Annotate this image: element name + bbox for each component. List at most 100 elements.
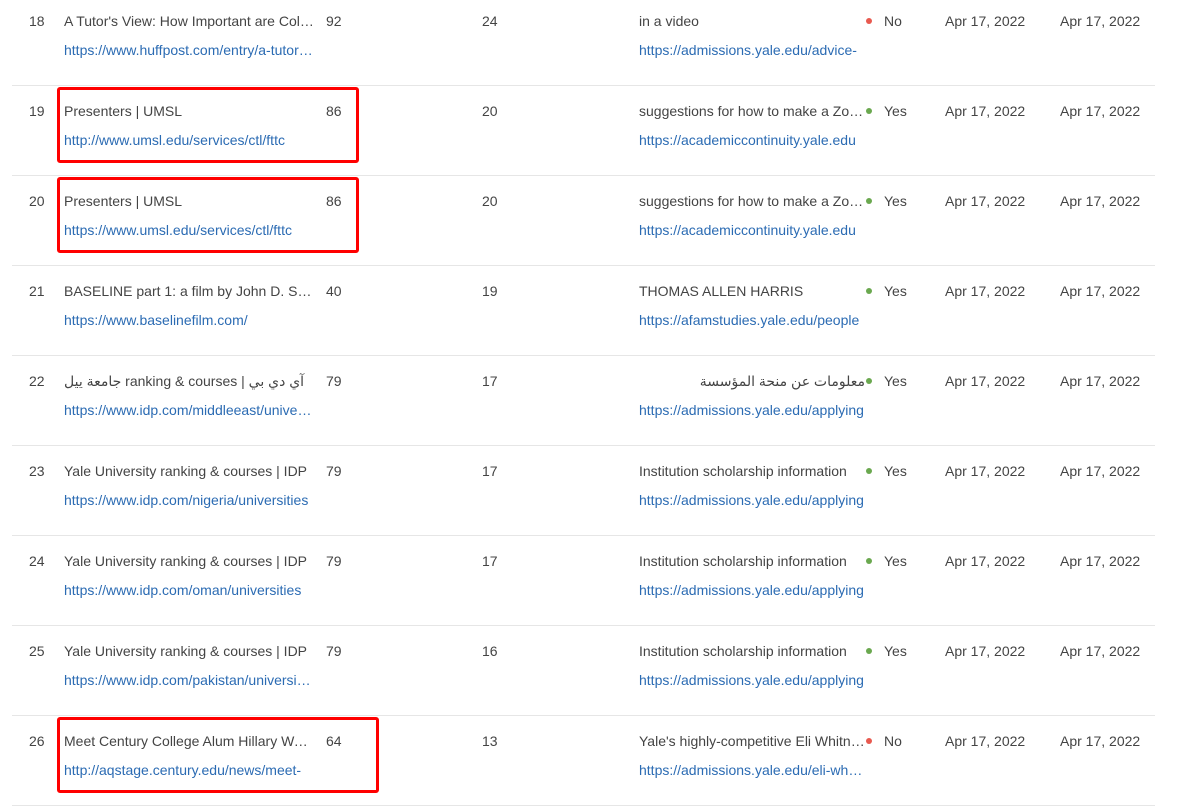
anchor-text: THOMAS ALLEN HARRIS [639,283,804,299]
target-url-link[interactable]: https://admissions.yale.edu/advice- [639,41,865,59]
target-url-link[interactable]: https://admissions.yale.edu/applying [639,671,865,689]
table-row: 24 Yale University ranking & courses | I… [12,536,1155,626]
first-seen-date: Apr 17, 2022 [945,193,1026,209]
backlinks-table: 18 A Tutor's View: How Important are Col… [12,0,1155,806]
target-url-link[interactable]: https://afamstudies.yale.edu/people [639,311,865,329]
referring-page-url-link[interactable]: https://www.idp.com/nigeria/universities [64,491,314,509]
referring-page-title: Yale University ranking & courses | IDP [64,643,308,659]
table-row: 25 Yale University ranking & courses | I… [12,626,1155,716]
anchor-text: suggestions for how to make a Zoom [639,193,865,209]
referring-page-url-link[interactable]: https://www.huffpost.com/entry/a-tutors-… [64,41,314,59]
status-cell: Yes [866,372,936,390]
status-cell: Yes [866,642,936,660]
target-url-link[interactable]: https://academiccontinuity.yale.edu [639,221,865,239]
domain-rating: 79 [326,463,342,479]
referring-domains-count: 13 [482,733,498,749]
domain-rating: 86 [326,103,342,119]
row-number: 20 [29,193,45,209]
status-label: Yes [884,283,907,299]
first-seen-date: Apr 17, 2022 [945,283,1026,299]
referring-domains-count: 24 [482,13,498,29]
status-cell: Yes [866,102,936,120]
referring-domains-count: 17 [482,373,498,389]
target-url-link[interactable]: https://academiccontinuity.yale.edu [639,131,865,149]
status-dot-icon [866,288,872,295]
referring-domains-count: 16 [482,643,498,659]
domain-rating: 79 [326,373,342,389]
status-dot-icon [866,378,872,385]
row-number: 25 [29,643,45,659]
status-dot-icon [866,18,872,25]
table-row: 26 Meet Century College Alum Hillary War… [12,716,1155,806]
row-number: 23 [29,463,45,479]
referring-domains-count: 19 [482,283,498,299]
last-seen-date: Apr 17, 2022 [1060,373,1141,389]
status-dot-icon [866,558,872,565]
first-seen-date: Apr 17, 2022 [945,643,1026,659]
target-url-link[interactable]: https://admissions.yale.edu/applying [639,401,865,419]
referring-domains-count: 20 [482,193,498,209]
status-label: No [884,13,902,29]
table-row: 21 BASELINE part 1: a film by John D. Su… [12,266,1155,356]
status-cell: Yes [866,192,936,210]
anchor-text: معلومات عن منحة المؤسسة [699,373,865,389]
referring-page-url-link[interactable]: https://www.idp.com/middleeast/universit… [64,401,314,419]
referring-page-title: Meet Century College Alum Hillary Warren [64,733,314,749]
referring-page-url-link[interactable]: https://www.baselinefilm.com/ [64,311,314,329]
status-dot-icon [866,108,872,115]
status-label: No [884,733,902,749]
table-row: 22 جامعة ييل ranking & courses | آي دي ب… [12,356,1155,446]
referring-page-url-link[interactable]: https://www.umsl.edu/services/ctl/fttc [64,221,314,239]
first-seen-date: Apr 17, 2022 [945,103,1026,119]
status-label: Yes [884,463,907,479]
first-seen-date: Apr 17, 2022 [945,733,1026,749]
domain-rating: 40 [326,283,342,299]
referring-page-title: Presenters | UMSL [64,103,183,119]
referring-page-url-link[interactable]: https://www.idp.com/pakistan/universitie… [64,671,314,689]
table-row: 23 Yale University ranking & courses | I… [12,446,1155,536]
domain-rating: 86 [326,193,342,209]
domain-rating: 64 [326,733,342,749]
referring-domains-count: 17 [482,553,498,569]
status-dot-icon [866,738,872,745]
last-seen-date: Apr 17, 2022 [1060,13,1141,29]
referring-page-url-link[interactable]: https://www.idp.com/oman/universities [64,581,314,599]
status-label: Yes [884,553,907,569]
row-number: 18 [29,13,45,29]
status-dot-icon [866,468,872,475]
status-dot-icon [866,648,872,655]
status-cell: Yes [866,462,936,480]
referring-page-title: A Tutor's View: How Important are Colleg… [64,13,314,29]
last-seen-date: Apr 17, 2022 [1060,103,1141,119]
target-url-link[interactable]: https://admissions.yale.edu/applying [639,581,865,599]
domain-rating: 92 [326,13,342,29]
referring-domains-count: 20 [482,103,498,119]
status-cell: No [866,12,936,30]
referring-page-title: جامعة ييل ranking & courses | آي دي بي [64,373,305,389]
highlight-box [57,87,359,163]
highlight-box [57,717,379,793]
first-seen-date: Apr 17, 2022 [945,373,1026,389]
row-number: 22 [29,373,45,389]
status-cell: Yes [866,552,936,570]
row-number: 24 [29,553,45,569]
row-number: 21 [29,283,45,299]
highlight-box [57,177,359,253]
anchor-text: Institution scholarship information [639,553,847,569]
referring-page-url-link[interactable]: http://www.umsl.edu/services/ctl/fttc [64,131,314,149]
target-url-link[interactable]: https://admissions.yale.edu/applying [639,491,865,509]
first-seen-date: Apr 17, 2022 [945,13,1026,29]
last-seen-date: Apr 17, 2022 [1060,463,1141,479]
referring-page-title: Presenters | UMSL [64,193,183,209]
status-label: Yes [884,193,907,209]
status-dot-icon [866,198,872,205]
last-seen-date: Apr 17, 2022 [1060,283,1141,299]
status-label: Yes [884,643,907,659]
referring-page-url-link[interactable]: http://aqstage.century.edu/news/meet- [64,761,314,779]
domain-rating: 79 [326,553,342,569]
referring-page-title: BASELINE part 1: a film by John D. Sulli… [64,283,314,299]
anchor-text: Institution scholarship information [639,643,847,659]
status-cell: No [866,732,936,750]
target-url-link[interactable]: https://admissions.yale.edu/eli-whitney [639,761,865,779]
row-number: 19 [29,103,45,119]
